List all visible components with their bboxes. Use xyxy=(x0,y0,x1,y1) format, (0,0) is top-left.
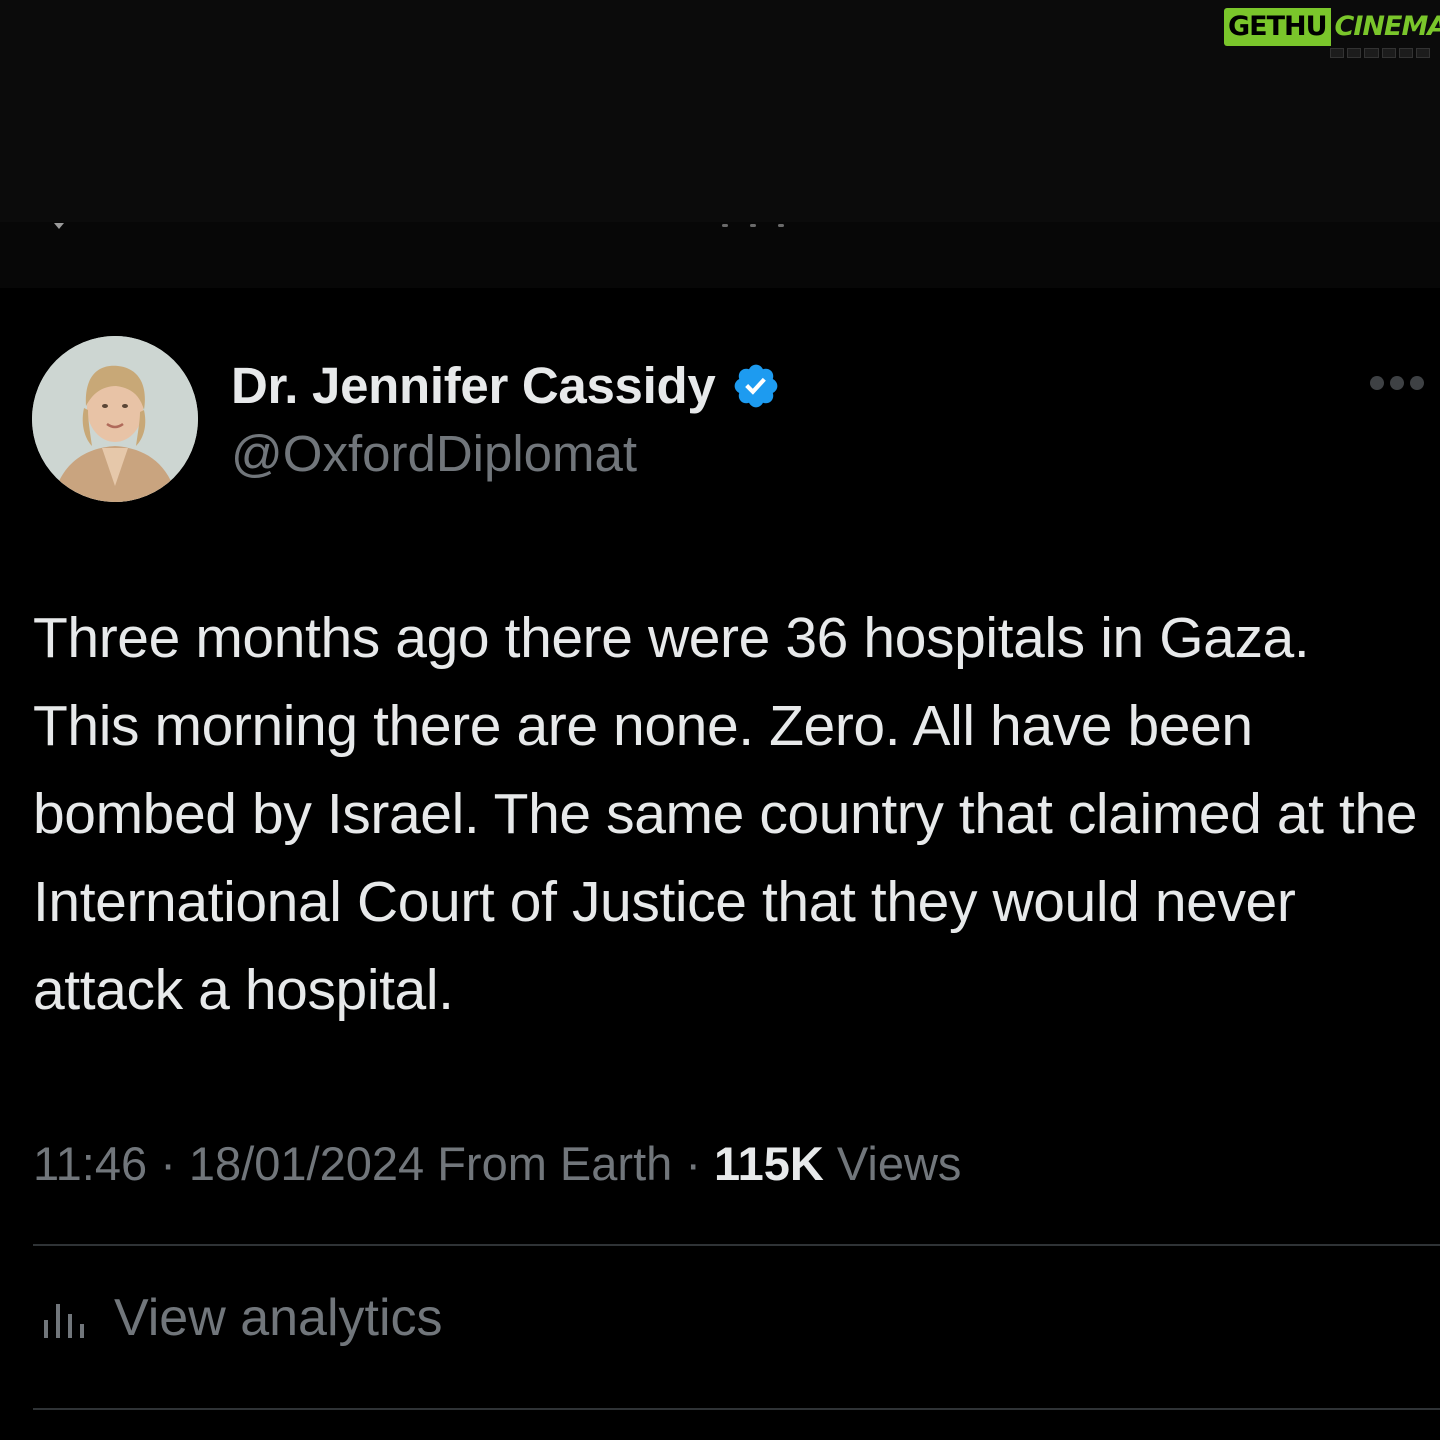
tweet-date[interactable]: 18/01/2024 xyxy=(189,1136,424,1191)
watermark-right-text: CINEMA xyxy=(1334,11,1440,42)
divider-bottom xyxy=(33,1408,1440,1410)
avatar-photo-icon xyxy=(32,336,198,502)
meta-separator-2: · xyxy=(685,1137,701,1190)
more-options-icon xyxy=(1370,376,1384,390)
view-analytics-button[interactable]: View analytics xyxy=(40,1288,443,1348)
ellipsis-fragment-icon xyxy=(722,224,784,227)
views-label: Views xyxy=(836,1137,962,1190)
watermark-logo: GETHU CINEMA xyxy=(1224,8,1440,46)
watermark-film-strip xyxy=(1330,48,1431,58)
cropped-toolbar-strip xyxy=(0,222,1440,288)
caret-down-icon xyxy=(54,223,64,229)
tweet-time[interactable]: 11:46 xyxy=(33,1136,147,1191)
author-handle[interactable]: @OxfordDiplomat xyxy=(231,424,637,483)
watermark-left-text: GETHU xyxy=(1224,8,1331,46)
more-options-button[interactable] xyxy=(1370,376,1424,390)
avatar[interactable] xyxy=(32,336,198,502)
analytics-bars-icon xyxy=(44,1304,84,1338)
tweet-text: Three months ago there were 36 hospitals… xyxy=(33,606,1418,1022)
views-count: 115K xyxy=(714,1137,824,1190)
divider xyxy=(33,1244,1440,1246)
meta-separator: · xyxy=(160,1137,176,1190)
verified-badge-icon[interactable] xyxy=(731,361,781,411)
tweet-source: From Earth xyxy=(437,1137,673,1190)
author-name-row: Dr. Jennifer Cassidy xyxy=(231,356,781,415)
author-display-name[interactable]: Dr. Jennifer Cassidy xyxy=(231,356,716,415)
view-analytics-label: View analytics xyxy=(114,1289,443,1347)
tweet-meta: 11:46 · 18/01/2024 From Earth · 115K Vie… xyxy=(33,1136,961,1191)
